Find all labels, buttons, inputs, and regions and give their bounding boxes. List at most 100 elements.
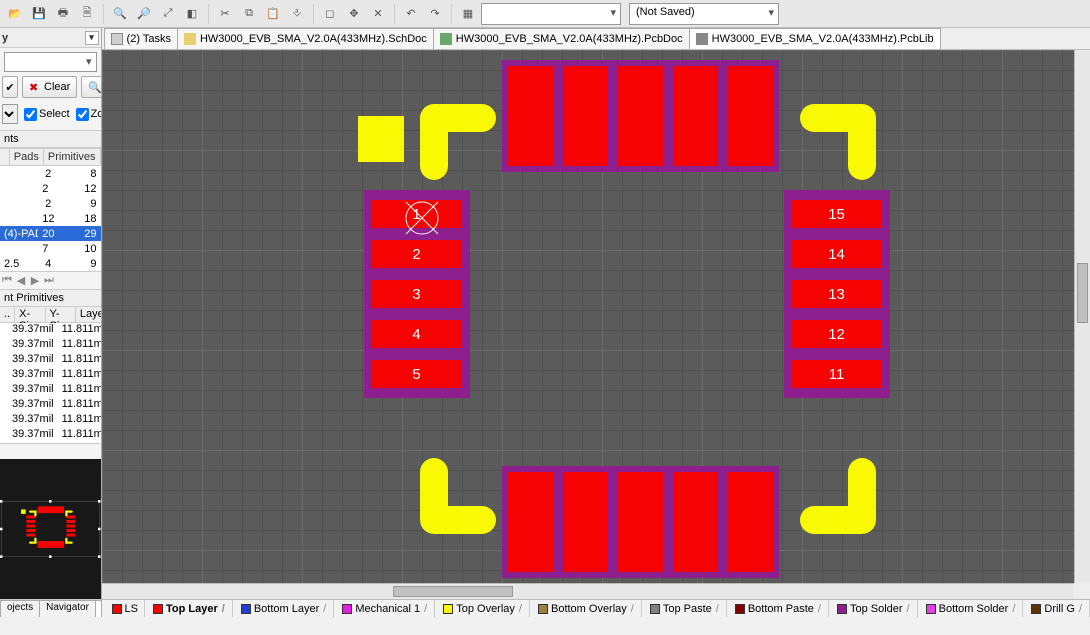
doc-state-dropdown[interactable]: (Not Saved) — [629, 3, 779, 25]
layer-tab[interactable]: Top Layer/ — [147, 600, 233, 617]
save-icon[interactable]: 💾 — [28, 3, 50, 25]
layer-tab[interactable]: Bottom Layer/ — [235, 600, 334, 617]
table-row[interactable]: 1218 — [0, 211, 101, 226]
table-row[interactable]: 710 — [0, 241, 101, 256]
layer-set-ls[interactable]: LS — [106, 600, 145, 617]
pad[interactable]: 12 — [792, 320, 882, 348]
tab-navigator[interactable]: Navigator — [39, 600, 96, 617]
print-icon[interactable]: 🖶 — [52, 3, 74, 25]
table-row[interactable]: (4)-PAD-F2029 — [0, 226, 101, 241]
vertical-scrollbar[interactable] — [1074, 50, 1090, 583]
table-row[interactable]: 29 — [0, 196, 101, 211]
pad[interactable] — [673, 472, 718, 572]
tab-schdoc[interactable]: HW3000_EVB_SMA_V2.0A(433MHz).SchDoc — [177, 28, 434, 49]
col-y-size[interactable]: Y-Size — [46, 307, 76, 322]
zoom-fit-icon[interactable]: ⤢ — [157, 3, 179, 25]
select-tool-icon[interactable]: ◻ — [319, 3, 341, 25]
pad[interactable] — [563, 472, 608, 572]
layer-tab[interactable]: Bottom Overlay/ — [532, 600, 642, 617]
editor-canvas[interactable]: 12345 1514131211 — [102, 50, 1074, 583]
table-row[interactable]: 39.37mil11.811miTopLayer — [0, 368, 101, 383]
layer-tab[interactable]: Drill G/ — [1025, 600, 1090, 617]
grid-icon[interactable]: ▦ — [457, 3, 479, 25]
open-icon[interactable]: 📂 — [4, 3, 26, 25]
layer-color-swatch — [342, 604, 352, 614]
pad[interactable]: 3 — [372, 280, 462, 308]
zoom-out-icon[interactable]: 🔎 — [133, 3, 155, 25]
pad[interactable]: 4 — [372, 320, 462, 348]
primitives-grid[interactable]: 39.37mil11.811miTopLayer39.37mil11.811mi… — [0, 323, 101, 443]
pad[interactable]: 5 — [372, 360, 462, 388]
table-row[interactable]: 39.37mil11.811miTopLayer — [0, 323, 101, 338]
deselect-icon[interactable]: ✕ — [367, 3, 389, 25]
pad[interactable] — [728, 472, 773, 572]
col-pads[interactable]: Pads — [10, 149, 44, 165]
col-name[interactable] — [0, 149, 10, 165]
layer-tab[interactable]: Top Solder/ — [831, 600, 918, 617]
redo-icon[interactable]: ↷ — [424, 3, 446, 25]
nav-last-icon[interactable]: ⏭ — [42, 274, 56, 287]
undo-icon[interactable]: ↶ — [400, 3, 422, 25]
zoom-in-icon[interactable]: 🔍 — [109, 3, 131, 25]
layer-tab[interactable]: Mechanical 1/ — [336, 600, 435, 617]
pad[interactable]: 2 — [372, 240, 462, 268]
table-row[interactable]: 39.37mil11.811miTopLayer — [0, 398, 101, 413]
nav-prev-icon[interactable]: ◀ — [14, 274, 28, 287]
pad[interactable] — [508, 66, 553, 166]
apply-button[interactable]: ✔ — [2, 76, 18, 98]
copy-icon[interactable]: ⧉ — [238, 3, 260, 25]
col-layer[interactable]: Layer — [76, 307, 102, 322]
panel-dropdown-icon[interactable]: ▾ — [85, 31, 99, 45]
table-row[interactable]: 212 — [0, 181, 101, 196]
table-row[interactable]: 39.37mil11.811miTopLayer — [0, 353, 101, 368]
table-row[interactable]: 2.549 — [0, 256, 101, 271]
tab-projects[interactable]: ojects — [0, 600, 40, 617]
horizontal-scrollbar[interactable] — [102, 583, 1074, 599]
pad[interactable] — [563, 66, 608, 166]
preview-icon[interactable]: 🗎 — [76, 3, 98, 25]
origin-marker-icon — [402, 198, 442, 238]
nav-first-icon[interactable]: ⏮ — [0, 274, 14, 287]
tab-pcbdoc[interactable]: HW3000_EVB_SMA_V2.0A(433MHz).PcbDoc — [433, 28, 690, 49]
pad[interactable]: 14 — [792, 240, 882, 268]
col-primitives[interactable]: Primitives — [44, 149, 101, 165]
tab-tasks-label: (2) Tasks — [127, 33, 171, 45]
rubber-stamp-icon[interactable]: ⎀ — [286, 3, 308, 25]
clear-button[interactable]: ✖ Clear — [22, 76, 77, 98]
grid-dropdown[interactable] — [481, 3, 621, 25]
table-row[interactable]: 28 — [0, 166, 101, 181]
table-row[interactable]: 39.37mil11.811miTopLayer — [0, 413, 101, 428]
tab-tasks[interactable]: (2) Tasks — [104, 28, 178, 49]
move-tool-icon[interactable]: ✥ — [343, 3, 365, 25]
pad[interactable]: 13 — [792, 280, 882, 308]
magnify-button[interactable]: 🔍 Magnify — [81, 76, 101, 98]
pad[interactable]: 15 — [792, 200, 882, 228]
paste-icon[interactable]: 📋 — [262, 3, 284, 25]
tab-pcb-library[interactable]: PCB Library — [95, 600, 101, 617]
layer-tab[interactable]: Top Paste/ — [644, 600, 727, 617]
tab-pcblib[interactable]: HW3000_EVB_SMA_V2.0A(433MHz).PcbLib — [689, 28, 941, 49]
table-row[interactable]: 39.37mil11.811miTopLayer — [0, 428, 101, 443]
col-x-size[interactable]: X-Size — [15, 307, 45, 322]
table-row[interactable]: 39.37mil11.811miTopLayer — [0, 383, 101, 398]
pad[interactable] — [618, 472, 663, 572]
layer-tab[interactable]: Top Overlay/ — [437, 600, 530, 617]
pad[interactable]: 11 — [792, 360, 882, 388]
pad[interactable] — [728, 66, 773, 166]
zoom-checkbox[interactable] — [76, 108, 89, 121]
select-checkbox[interactable] — [24, 108, 37, 121]
layer-tab[interactable]: Bottom Paste/ — [729, 600, 829, 617]
pad[interactable] — [673, 66, 718, 166]
mask-combo[interactable] — [4, 52, 97, 72]
silkscreen-corner-tl — [418, 102, 498, 182]
zoom-area-icon[interactable]: ◧ — [181, 3, 203, 25]
mask-mode-select[interactable] — [2, 104, 18, 124]
pad[interactable] — [508, 472, 553, 572]
layer-tab[interactable]: Bottom Solder/ — [920, 600, 1024, 617]
pad[interactable] — [618, 66, 663, 166]
components-grid[interactable]: 28212291218(4)-PAD-F20297102.549 — [0, 166, 101, 271]
col-number[interactable]: .. — [0, 307, 15, 322]
nav-next-icon[interactable]: ▶ — [28, 274, 42, 287]
cut-icon[interactable]: ✂ — [214, 3, 236, 25]
table-row[interactable]: 39.37mil11.811miTopLayer — [0, 338, 101, 353]
